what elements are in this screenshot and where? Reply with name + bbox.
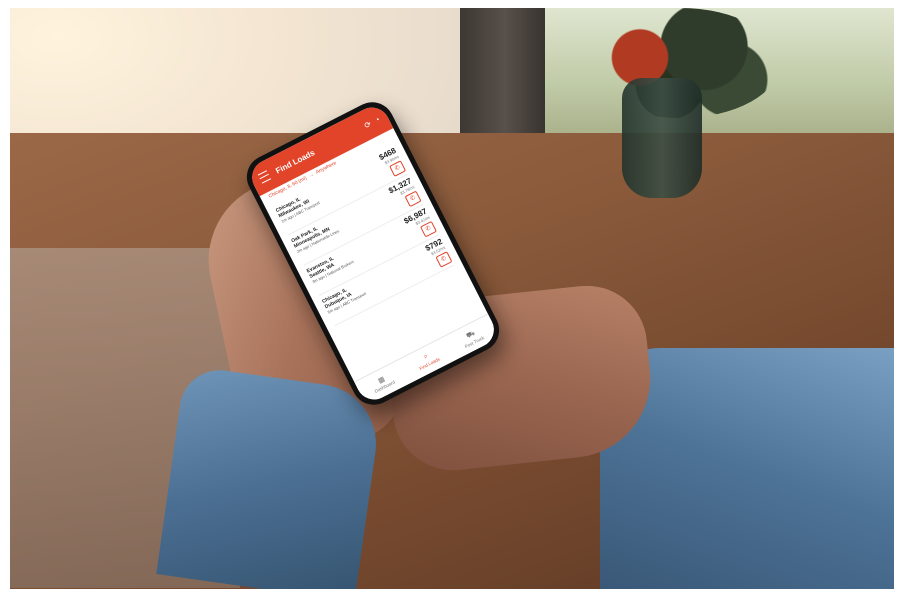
left-sleeve	[156, 365, 384, 589]
nav-post-truck[interactable]: ⛟ Post Truck	[459, 326, 485, 348]
photo-background: Find Loads ⟳ ◔ Chicago, IL 60 (mi) → Any…	[10, 8, 894, 589]
nav-find-loads[interactable]: ⌕ Find Loads	[414, 349, 441, 371]
refresh-icon[interactable]: ⟳	[363, 119, 373, 130]
vase	[622, 78, 702, 198]
arrow-icon: →	[307, 171, 316, 180]
menu-icon[interactable]	[257, 170, 272, 184]
nav-dashboard[interactable]: ▦ Dashboard	[370, 371, 396, 394]
notification-icon[interactable]: ◔	[373, 114, 381, 124]
